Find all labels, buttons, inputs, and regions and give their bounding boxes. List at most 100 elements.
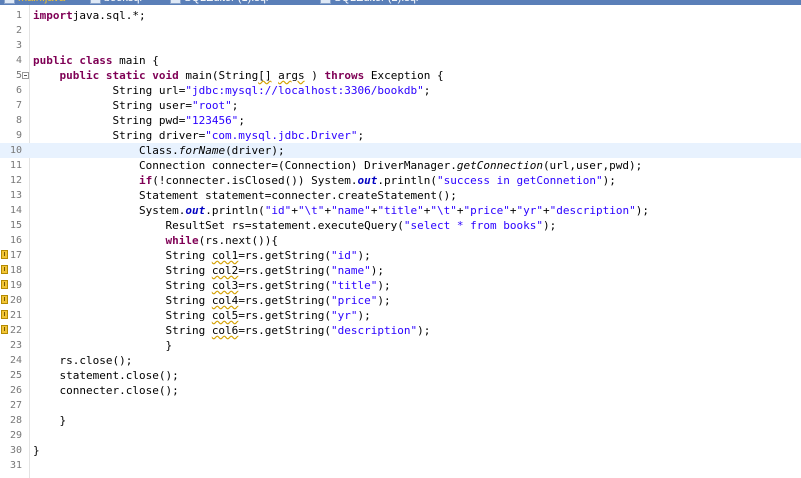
code-line[interactable]: 1 importjava.sql.*; <box>0 8 801 23</box>
line-number: 30 <box>9 445 22 456</box>
code-token: ); <box>635 204 649 217</box>
code-token: ; <box>357 129 365 142</box>
code-token: Statement statement=connecter.createStat… <box>33 189 457 202</box>
code-token: String user= <box>33 99 192 112</box>
code-line[interactable]: 29 <box>0 428 801 443</box>
code-token: statement.close(); <box>33 369 179 382</box>
code-line[interactable]: 13 Statement statement=connecter.createS… <box>0 188 801 203</box>
code-token: "success in getConnetion" <box>437 174 603 187</box>
collapse-icon[interactable] <box>22 72 29 79</box>
code-line[interactable]: 11 Connection connecter=(Connection) Dri… <box>0 158 801 173</box>
code-token: Class. <box>33 144 179 157</box>
code-line[interactable]: 18 String col2=rs.getString("name"); <box>0 263 801 278</box>
code-token: import <box>33 9 73 22</box>
code-token: ); <box>370 264 385 277</box>
line-number: 13 <box>9 190 22 201</box>
code-token: col2 <box>211 264 239 277</box>
code-editor[interactable]: 1 importjava.sql.*; 2 3 4 public class main {… <box>0 5 801 478</box>
code-text: } <box>33 338 172 353</box>
code-token: connecter.close(); <box>33 384 179 397</box>
warning-icon[interactable] <box>1 295 8 304</box>
code-token: getConnection <box>456 159 543 172</box>
code-token: + <box>456 204 464 217</box>
file-icon <box>90 0 101 4</box>
code-line[interactable]: 23 } <box>0 338 801 353</box>
code-text: String col5=rs.getString("yr"); <box>33 308 371 323</box>
warning-icon[interactable] <box>1 280 8 289</box>
code-text: System.out.println("id"+"\t"+"name"+"tit… <box>33 203 649 218</box>
warning-icon[interactable] <box>1 325 8 334</box>
code-text: importjava.sql.*; <box>33 8 146 23</box>
code-token: ); <box>377 294 391 307</box>
code-line[interactable]: 21 String col5=rs.getString("yr"); <box>0 308 801 323</box>
code-line[interactable]: 31 <box>0 458 801 473</box>
code-token: Connection connecter=(Connection) Driver… <box>33 159 457 172</box>
line-number: 28 <box>9 415 22 426</box>
code-token: ); <box>357 309 371 322</box>
code-token: String <box>33 249 212 262</box>
code-line[interactable]: 3 <box>0 38 801 53</box>
code-line[interactable]: 10 Class.forName(driver); <box>0 143 801 158</box>
code-token: =rs.getString( <box>238 279 332 292</box>
code-text: String col3=rs.getString("title"); <box>33 278 390 293</box>
code-token: String <box>33 324 212 337</box>
code-token: Exception { <box>364 69 444 82</box>
code-text: String driver="com.mysql.jdbc.Driver"; <box>33 128 364 143</box>
warning-icon[interactable] <box>1 250 8 259</box>
code-text: connecter.close(); <box>33 383 179 398</box>
code-line[interactable]: 25 statement.close(); <box>0 368 801 383</box>
code-token: public static void <box>59 69 179 82</box>
code-line[interactable]: 9 String driver="com.mysql.jdbc.Driver"; <box>0 128 801 143</box>
code-text: String url="jdbc:mysql://localhost:3306/… <box>33 83 430 98</box>
code-token: =rs.getString( <box>238 309 332 322</box>
code-line[interactable]: 16 while(rs.next()){ <box>0 233 801 248</box>
warning-icon[interactable] <box>1 265 8 274</box>
code-token: "yr" <box>331 309 358 322</box>
code-line[interactable]: 28 } <box>0 413 801 428</box>
code-text: statement.close(); <box>33 368 179 383</box>
code-text: Statement statement=connecter.createStat… <box>33 188 457 203</box>
line-number: 27 <box>9 400 22 411</box>
line-number: 25 <box>9 370 22 381</box>
code-line[interactable]: 6 String url="jdbc:mysql://localhost:330… <box>0 83 801 98</box>
code-token: "description" <box>331 324 418 337</box>
code-line[interactable]: 20 String col4=rs.getString("price"); <box>0 293 801 308</box>
code-line[interactable]: 14 System.out.println("id"+"\t"+"name"+"… <box>0 203 801 218</box>
code-text: public static void main(String[] args ) … <box>33 68 444 83</box>
line-number: 23 <box>9 340 22 351</box>
code-line[interactable]: 24 rs.close(); <box>0 353 801 368</box>
code-text: public class main { <box>33 53 159 68</box>
code-line[interactable]: 22 String col6=rs.getString("description… <box>0 323 801 338</box>
code-token: ); <box>602 174 616 187</box>
code-token: "root" <box>191 99 232 112</box>
warning-icon[interactable] <box>1 310 8 319</box>
editor-tab-label: booksql <box>104 0 142 4</box>
code-token: ); <box>542 219 557 232</box>
code-line[interactable]: 17 String col1=rs.getString("id"); <box>0 248 801 263</box>
line-number: 6 <box>15 85 22 96</box>
code-line[interactable]: 5 public static void main(String[] args … <box>0 68 801 83</box>
code-line[interactable]: 7 String user="root"; <box>0 98 801 113</box>
code-token: args <box>278 69 305 82</box>
code-line[interactable]: 15 ResultSet rs=statement.executeQuery("… <box>0 218 801 233</box>
code-line[interactable]: 12 if(!connecter.isClosed()) System.out.… <box>0 173 801 188</box>
code-line[interactable]: 4 public class main { <box>0 53 801 68</box>
code-line[interactable]: 27 <box>0 398 801 413</box>
code-token: "id" <box>264 204 292 217</box>
code-token: "jdbc:mysql://localhost:3306/bookdb" <box>185 84 424 97</box>
editor-tab-label: SQLEditor (2).sql <box>334 0 418 4</box>
code-line[interactable]: 30} <box>0 443 801 458</box>
code-line[interactable]: 2 <box>0 23 801 38</box>
code-token: col4 <box>211 294 239 307</box>
code-line[interactable]: 19 String col3=rs.getString("title"); <box>0 278 801 293</box>
code-token: (!connecter.isClosed()) System. <box>152 174 358 187</box>
code-token: String <box>33 279 212 292</box>
code-token: =rs.getString( <box>238 324 332 337</box>
code-text: String col6=rs.getString("description"); <box>33 323 430 338</box>
code-token: "title" <box>377 204 424 217</box>
code-line[interactable]: 8 String pwd="123456"; <box>0 113 801 128</box>
line-number: 10 <box>9 145 22 156</box>
editor-tab-label: SQLEditor (1).sql <box>184 0 268 4</box>
code-line[interactable]: 26 connecter.close(); <box>0 383 801 398</box>
